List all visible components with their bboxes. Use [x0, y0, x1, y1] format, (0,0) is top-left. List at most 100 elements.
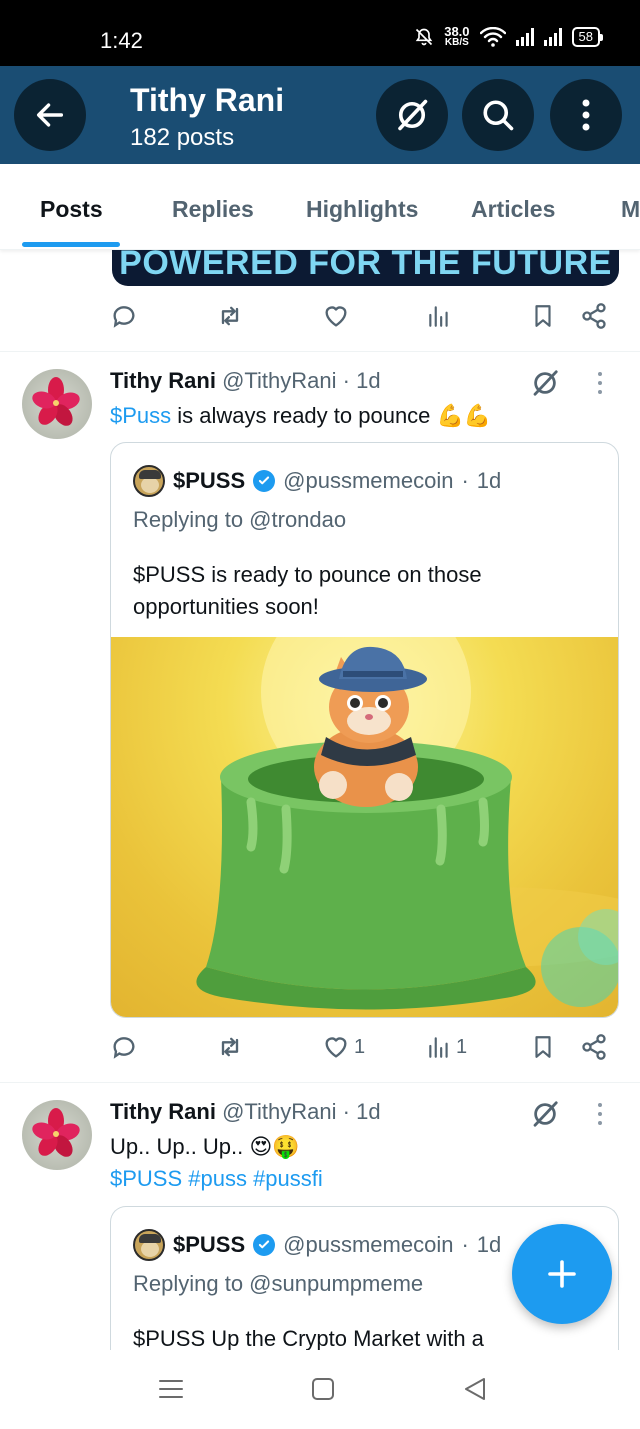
heart-icon — [325, 1037, 347, 1058]
quote-header: $PUSS @pussmemecoin · 1d — [133, 465, 501, 497]
search-icon — [483, 100, 514, 131]
post-divider — [0, 351, 640, 352]
bookmark-button[interactable] — [530, 1033, 556, 1061]
verified-badge-icon — [253, 1234, 276, 1256]
avatar[interactable] — [22, 1100, 92, 1170]
wifi-icon — [479, 27, 506, 47]
hashtag-links[interactable]: $PUSS #puss #pussfi — [110, 1166, 323, 1191]
post-divider — [0, 1082, 640, 1083]
post-media-banner[interactable]: POWERED FOR THE FUTURE — [112, 250, 619, 286]
author-handle[interactable]: @TithyRani — [222, 368, 336, 393]
replying-to: Replying to @sunpumpmeme — [133, 1271, 424, 1296]
author-handle[interactable]: @TithyRani — [222, 1099, 336, 1124]
tab-media[interactable]: M — [621, 196, 640, 223]
quote-handle: @pussmemecoin — [283, 468, 454, 493]
quote-author: $PUSS — [173, 1232, 246, 1257]
quote-time: 1d — [476, 1232, 502, 1257]
author-name[interactable]: Tithy Rani — [110, 368, 216, 393]
recent-apps-icon[interactable] — [158, 1374, 184, 1404]
post-header: Tithy Rani @TithyRani · 1d — [110, 1099, 381, 1125]
home-icon[interactable] — [310, 1374, 336, 1404]
grok-icon[interactable] — [530, 368, 560, 398]
separator: · — [461, 468, 469, 493]
like-button[interactable] — [322, 302, 350, 330]
quote-header: $PUSS @pussmemecoin · 1d — [133, 1229, 501, 1261]
post-text: Up.. Up.. Up.. 😍🤑 $PUSS #puss #pussfi — [110, 1131, 323, 1195]
back-button[interactable] — [14, 79, 86, 151]
puss-avatar — [133, 465, 165, 497]
avatar[interactable] — [22, 369, 92, 439]
bookmark-button[interactable] — [530, 302, 556, 330]
signal-icon-2 — [543, 28, 562, 46]
views-icon — [429, 306, 448, 327]
speed-unit: KB/S — [444, 37, 469, 48]
quote-handle: @pussmemecoin — [283, 1232, 454, 1257]
post-header: Tithy Rani @TithyRani · 1d — [110, 368, 381, 394]
quote-text: $PUSS is ready to pounce on those opport… — [133, 562, 482, 619]
cashtag-link[interactable]: $Puss — [110, 403, 171, 428]
tab-replies[interactable]: Replies — [172, 196, 254, 223]
grok-icon[interactable] — [530, 1099, 560, 1129]
share-button[interactable] — [580, 1033, 608, 1061]
post-body: Up.. Up.. Up.. — [110, 1134, 250, 1159]
like-button[interactable]: 1 — [322, 1033, 365, 1061]
network-speed: 38.0 KB/S — [444, 24, 470, 48]
views-button[interactable]: 1 — [426, 1033, 467, 1061]
tab-highlights[interactable]: Highlights — [306, 196, 418, 223]
status-time: 1:42 — [100, 28, 143, 53]
back-icon[interactable] — [462, 1374, 488, 1404]
bookmark-icon — [535, 1036, 551, 1058]
speed-value: 38.0 — [444, 24, 470, 39]
search-button[interactable] — [462, 79, 534, 151]
separator: · — [342, 1099, 350, 1124]
signal-icon — [515, 28, 534, 46]
repost-icon — [221, 306, 239, 326]
repost-button[interactable] — [216, 302, 244, 330]
more-options-button[interactable] — [550, 79, 622, 151]
profile-header: Tithy Rani 182 posts — [0, 66, 640, 164]
share-icon — [582, 303, 606, 329]
post-more-button[interactable] — [598, 372, 602, 394]
grok-icon — [398, 99, 428, 131]
puss-avatar — [133, 1229, 165, 1261]
cat-in-bucket-image[interactable] — [111, 637, 618, 1017]
flexed-biceps-emoji: 💪💪 — [436, 403, 492, 428]
reply-icon — [113, 306, 135, 328]
reply-button[interactable] — [110, 302, 138, 330]
view-count: 1 — [456, 1035, 468, 1058]
more-vertical-icon — [582, 99, 590, 131]
heart-icon — [325, 306, 347, 327]
author-name[interactable]: Tithy Rani — [110, 1099, 216, 1124]
tab-posts[interactable]: Posts — [40, 196, 103, 223]
repost-button[interactable] — [216, 1033, 244, 1061]
separator: · — [342, 368, 350, 393]
post-actions — [110, 302, 610, 338]
reply-icon — [113, 1037, 135, 1059]
page-title: Tithy Rani — [130, 82, 285, 118]
battery-icon: 58 — [571, 27, 604, 47]
post-body: is always ready to pounce — [171, 403, 437, 428]
system-nav-bar — [0, 1350, 640, 1429]
views-icon — [429, 1037, 448, 1058]
post-time: 1d — [356, 1099, 381, 1124]
active-tab-indicator — [22, 242, 120, 247]
bookmark-icon — [535, 305, 551, 327]
mute-icon — [415, 28, 433, 46]
quoted-post[interactable]: $PUSS @pussmemecoin · 1d Replying to @tr… — [110, 442, 619, 1018]
post-text: $Puss is always ready to pounce 💪💪 — [110, 400, 491, 432]
share-button[interactable] — [580, 302, 608, 330]
banner-text: POWERED FOR THE FUTURE — [119, 250, 612, 282]
plus-icon — [548, 1260, 576, 1288]
views-button[interactable] — [426, 302, 452, 330]
flower-avatar-image — [32, 1108, 80, 1157]
compose-post-button[interactable] — [512, 1224, 612, 1324]
quote-author: $PUSS — [173, 468, 246, 493]
tab-articles[interactable]: Articles — [471, 196, 555, 223]
post-more-button[interactable] — [598, 1103, 602, 1125]
reply-button[interactable] — [110, 1033, 138, 1061]
grok-button[interactable] — [376, 79, 448, 151]
profile-tabs: Posts Replies Highlights Articles M — [0, 164, 640, 250]
post-actions: 1 1 — [110, 1033, 610, 1069]
quote-time: 1d — [476, 468, 502, 493]
share-icon — [582, 1034, 606, 1060]
